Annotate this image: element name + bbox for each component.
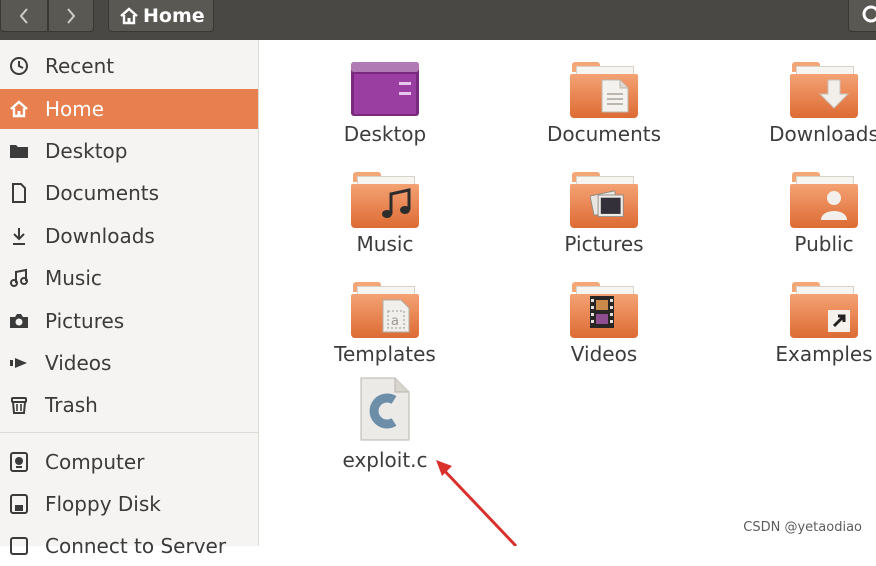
sidebar-item-label: Computer xyxy=(45,450,145,474)
file-item-music[interactable]: Music xyxy=(285,170,485,256)
file-label: Music xyxy=(356,232,414,256)
downloads-folder-icon xyxy=(790,60,858,120)
camera-icon xyxy=(9,311,29,331)
search-button[interactable] xyxy=(848,0,876,32)
sidebar-item-label: Home xyxy=(45,97,105,121)
public-folder-icon xyxy=(790,170,858,230)
document-icon xyxy=(9,183,29,203)
sidebar-item-trash[interactable]: Trash xyxy=(0,385,258,425)
file-label: Downloads xyxy=(769,122,876,146)
video-icon xyxy=(9,353,29,373)
file-item-desktop[interactable]: Desktop xyxy=(285,60,485,146)
header-bar: Home xyxy=(0,0,876,40)
videos-folder-icon xyxy=(570,280,638,340)
sidebar-item-label: Pictures xyxy=(45,309,125,333)
sidebar-item-downloads[interactable]: Downloads xyxy=(0,216,258,256)
sidebar-item-computer[interactable]: Computer xyxy=(0,442,258,482)
home-icon xyxy=(9,99,29,119)
sidebar-item-label: Floppy Disk xyxy=(45,492,161,516)
file-item-templates[interactable]: a Templates xyxy=(285,280,485,366)
sidebar-item-home[interactable]: Home xyxy=(0,89,258,129)
sidebar-divider xyxy=(0,432,258,433)
c-source-file-icon xyxy=(351,376,419,446)
sidebar: Recent Home Desktop Documents Downloads … xyxy=(0,40,259,558)
music-icon xyxy=(9,268,29,288)
computer-icon xyxy=(9,452,29,472)
file-grid: Desktop Documents Downloads Music Pictur… xyxy=(259,40,876,546)
file-item-downloads[interactable]: Downloads xyxy=(724,60,876,146)
file-item-pictures[interactable]: Pictures xyxy=(504,170,704,256)
sidebar-item-label: Music xyxy=(45,266,102,290)
sidebar-item-label: Recent xyxy=(45,54,115,78)
file-label: Pictures xyxy=(564,232,644,256)
examples-folder-icon xyxy=(790,280,858,340)
path-button-home[interactable]: Home xyxy=(108,0,214,32)
trash-icon xyxy=(9,395,29,415)
documents-folder-icon xyxy=(570,60,638,120)
sidebar-item-music[interactable]: Music xyxy=(0,258,258,298)
sidebar-item-floppy-disk[interactable]: Floppy Disk xyxy=(0,484,258,524)
sidebar-item-label: Trash xyxy=(45,393,98,417)
file-label: Public xyxy=(794,232,854,256)
folder-icon xyxy=(9,141,29,161)
sidebar-item-label: Downloads xyxy=(45,224,155,248)
chevron-right-icon xyxy=(67,7,76,24)
svg-text:a: a xyxy=(391,314,399,329)
home-icon xyxy=(120,6,138,24)
file-item-videos[interactable]: Videos xyxy=(504,280,704,366)
sidebar-item-documents[interactable]: Documents xyxy=(0,173,258,213)
file-label: Templates xyxy=(334,342,436,366)
back-button[interactable] xyxy=(0,0,48,32)
file-label: Examples xyxy=(775,342,873,366)
floppy-icon xyxy=(9,494,29,514)
search-icon xyxy=(862,5,876,23)
file-item-public[interactable]: Public xyxy=(724,170,876,256)
download-icon xyxy=(9,226,29,246)
file-label: Documents xyxy=(546,122,662,146)
desktop-folder-icon xyxy=(351,60,419,120)
sidebar-item-recent[interactable]: Recent xyxy=(0,46,258,86)
sidebar-item-label: Documents xyxy=(45,181,160,205)
sidebar-item-label: Desktop xyxy=(45,139,128,163)
red-arrow-icon xyxy=(436,460,518,546)
forward-button[interactable] xyxy=(48,0,94,32)
file-item-documents[interactable]: Documents xyxy=(504,60,704,146)
path-label: Home xyxy=(143,4,205,27)
watermark: CSDN @yetaodiao xyxy=(743,520,862,535)
server-icon xyxy=(9,536,29,556)
sidebar-item-label: Videos xyxy=(45,351,112,375)
sidebar-item-label: Connect to Server xyxy=(45,534,227,558)
templates-folder-icon: a xyxy=(351,280,419,340)
sidebar-item-desktop[interactable]: Desktop xyxy=(0,131,258,171)
chevron-left-icon xyxy=(19,7,28,24)
file-label: Desktop xyxy=(343,122,427,146)
sidebar-item-pictures[interactable]: Pictures xyxy=(0,301,258,341)
music-folder-icon xyxy=(351,170,419,230)
sidebar-item-connect-to-server[interactable]: Connect to Server xyxy=(0,526,258,566)
pictures-folder-icon xyxy=(570,170,638,230)
file-label: Videos xyxy=(570,342,638,366)
sidebar-item-videos[interactable]: Videos xyxy=(0,343,258,383)
file-item-examples[interactable]: Examples xyxy=(724,280,876,366)
clock-icon xyxy=(9,56,29,76)
